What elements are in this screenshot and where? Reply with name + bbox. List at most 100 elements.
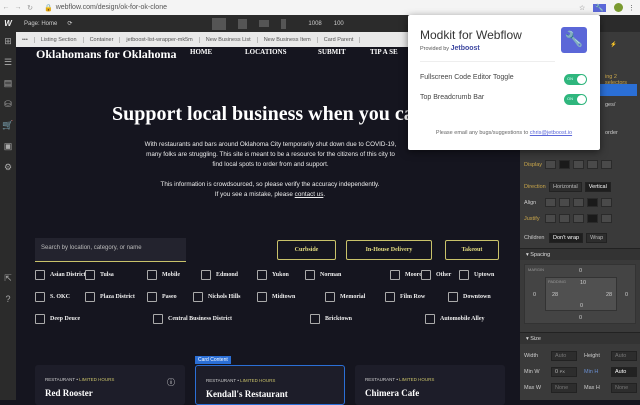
checkbox-box[interactable] (310, 314, 320, 324)
district-checkbox[interactable]: Mobile (147, 270, 180, 280)
forward-icon[interactable]: → (12, 4, 24, 11)
business-card[interactable]: RESTAURANT • LIMITED HOURS Chimera Cafe (355, 365, 505, 405)
justify-end-icon[interactable] (573, 214, 584, 223)
district-checkbox[interactable]: Plaza District (85, 292, 135, 302)
profile-avatar[interactable] (614, 3, 623, 12)
district-checkbox[interactable]: Norman (305, 270, 341, 280)
district-checkbox[interactable]: Paseo (147, 292, 177, 302)
email-link[interactable]: chris@jetboost.io (530, 130, 572, 136)
min-height-input[interactable]: Auto (611, 367, 637, 377)
checkbox-box[interactable] (35, 292, 45, 302)
district-checkbox[interactable]: Nichols Hills (193, 292, 241, 302)
align-center-icon[interactable] (559, 198, 570, 207)
ecommerce-icon[interactable]: 🛒 (2, 120, 13, 131)
district-checkbox[interactable]: Other (421, 270, 451, 280)
search-input[interactable]: Search by location, category, or name (35, 238, 186, 262)
district-checkbox[interactable]: Moore (390, 270, 422, 280)
district-checkbox[interactable]: Bricktown (310, 314, 352, 324)
district-checkbox[interactable]: Memorial (325, 292, 365, 302)
display-flex-icon[interactable] (559, 160, 570, 169)
nav-home[interactable]: HOME (190, 48, 212, 56)
checkbox-box[interactable] (257, 292, 267, 302)
webflow-logo[interactable]: W (0, 19, 16, 28)
margin-box[interactable]: MARGIN 0 0 0 0 PADDING 10 28 28 0 (524, 264, 636, 324)
breadcrumb-more[interactable]: ••• (16, 36, 35, 43)
nav-submit[interactable]: SUBMIT (318, 48, 346, 56)
district-checkbox[interactable]: Film Row (385, 292, 425, 302)
desktop-breakpoint-icon[interactable] (212, 17, 227, 30)
contact-link[interactable]: contact us (295, 191, 324, 198)
district-checkbox[interactable]: Tulsa (85, 270, 114, 280)
checkbox-box[interactable] (305, 270, 315, 280)
checkbox-box[interactable] (421, 270, 431, 280)
direction-vertical[interactable]: Vertical (584, 182, 611, 192)
dont-wrap-option[interactable]: Don't wrap (549, 233, 584, 243)
pages-icon[interactable]: ▤ (4, 78, 13, 89)
checkbox-box[interactable] (390, 270, 400, 280)
display-grid-icon[interactable] (573, 160, 584, 169)
checkbox-box[interactable] (193, 292, 203, 302)
checkbox-box[interactable] (385, 292, 395, 302)
margin-left[interactable]: 0 (533, 292, 536, 298)
add-icon[interactable]: ⊞ (4, 36, 12, 47)
breadcrumb-bar-toggle[interactable]: ON (564, 94, 587, 105)
margin-right[interactable]: 0 (625, 292, 628, 298)
margin-top[interactable]: 0 (579, 268, 582, 274)
info-icon[interactable]: ⓘ (167, 377, 175, 388)
checkbox-box[interactable] (448, 292, 458, 302)
align-stretch-icon[interactable] (587, 198, 598, 207)
display-inline-icon[interactable] (587, 160, 598, 169)
settings-icon[interactable]: ⚙ (4, 162, 12, 173)
breadcrumb-item[interactable]: New Business List (200, 36, 258, 43)
business-card[interactable]: RESTAURANT • LIMITED HOURS Kendall's Res… (195, 365, 345, 405)
help-icon[interactable]: ? (5, 294, 10, 304)
checkbox-box[interactable] (35, 270, 45, 280)
checkbox-box[interactable] (459, 270, 469, 280)
reload-icon[interactable]: ↻ (24, 4, 36, 12)
filter-in-house-delivery[interactable]: In-House Delivery (346, 240, 432, 260)
filter-takeout[interactable]: Takeout (445, 240, 499, 260)
modkit-extension-icon[interactable]: 🔧 (593, 3, 606, 12)
spacing-section[interactable]: ▾ Spacing (520, 248, 640, 260)
min-width-input[interactable]: 0 PX (551, 367, 577, 377)
fullscreen-editor-toggle[interactable]: ON (564, 74, 587, 85)
district-checkbox[interactable]: Uptown (459, 270, 494, 280)
align-start-icon[interactable] (545, 198, 556, 207)
star-icon[interactable]: ☆ (579, 4, 585, 12)
breadcrumb-item[interactable]: jetboost-list-wrapper-mk5m (120, 36, 200, 43)
cms-icon[interactable]: ⛁ (4, 99, 12, 110)
padding-left[interactable]: 28 (552, 292, 558, 298)
url-bar[interactable]: webflow.com/design/ok-for-ok-clone (56, 4, 167, 11)
size-section[interactable]: ▾ Size (520, 332, 640, 344)
business-card[interactable]: RESTAURANT • LIMITED HOURS ⓘ Red Rooster (35, 365, 185, 405)
lightning-icon[interactable]: ⚡ (610, 42, 617, 48)
district-checkbox[interactable]: Yukon (257, 270, 289, 280)
justify-around-icon[interactable] (601, 214, 612, 223)
height-input[interactable]: Auto (611, 351, 637, 361)
breadcrumb-item[interactable]: Container (84, 36, 121, 43)
district-checkbox[interactable]: Asian District (35, 270, 86, 280)
breadcrumb-item[interactable]: Listing Section (35, 36, 84, 43)
district-checkbox[interactable]: Edmond (201, 270, 238, 280)
padding-right[interactable]: 28 (606, 292, 612, 298)
max-width-input[interactable]: None (551, 383, 577, 393)
portrait-breakpoint-icon[interactable] (281, 18, 287, 29)
district-checkbox[interactable]: Downtown (448, 292, 491, 302)
filter-curbside[interactable]: Curbside (277, 240, 336, 260)
provider-link[interactable]: Jetboost (451, 45, 480, 52)
site-brand[interactable]: Oklahomans for Oklahoma (36, 47, 176, 62)
selector-field[interactable] (600, 84, 637, 96)
checkbox-box[interactable] (85, 270, 95, 280)
justify-between-icon[interactable] (587, 214, 598, 223)
tablet-breakpoint-icon[interactable] (238, 18, 248, 29)
assets-icon[interactable]: ▣ (4, 141, 13, 152)
checkbox-box[interactable] (85, 292, 95, 302)
district-checkbox[interactable]: Deep Deuce (35, 314, 80, 324)
district-checkbox[interactable]: Midtown (257, 292, 295, 302)
district-checkbox[interactable]: S. OKC (35, 292, 70, 302)
page-selector[interactable]: Page: Home (24, 21, 57, 27)
nav-locations[interactable]: LOCATIONS (245, 48, 287, 56)
checkbox-box[interactable] (257, 270, 267, 280)
align-end-icon[interactable] (573, 198, 584, 207)
wrap-option[interactable]: Wrap (586, 233, 608, 243)
